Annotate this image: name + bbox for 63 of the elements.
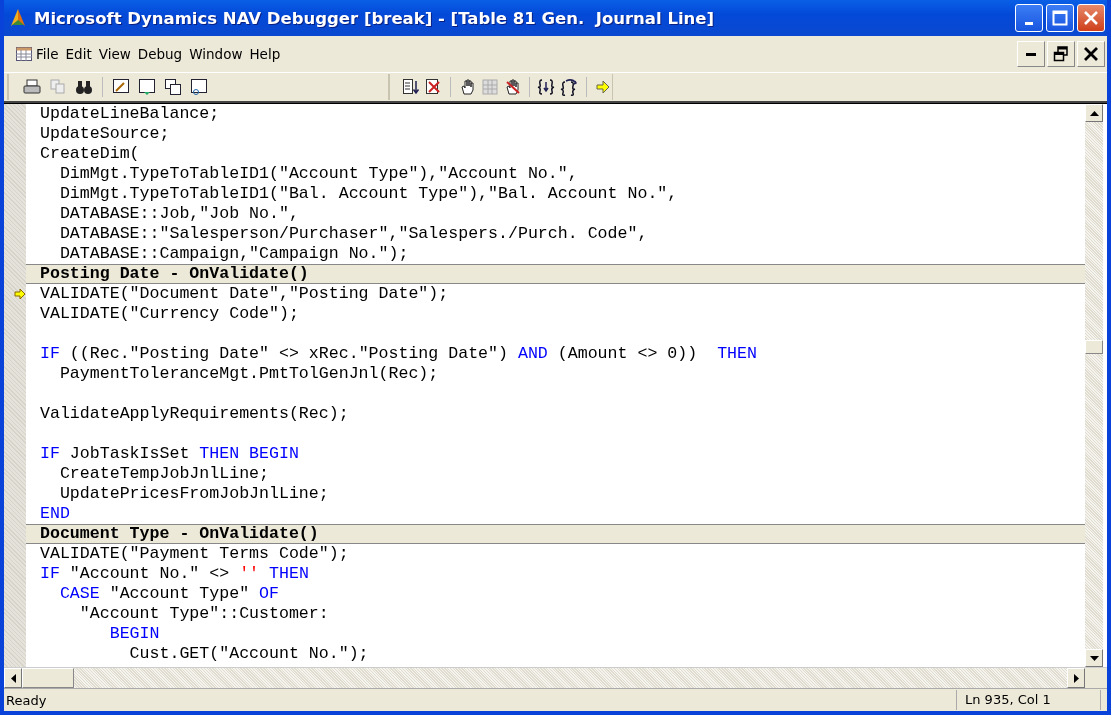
menu-item[interactable]: Window <box>187 46 248 62</box>
step-into-icon[interactable] <box>537 76 556 98</box>
code-line: UpdateLineBalance; <box>39 104 220 123</box>
windows-icon[interactable] <box>162 76 184 98</box>
table-icon <box>16 47 32 61</box>
code-line: VALIDATE("Currency Code"); <box>39 304 299 323</box>
code-line: END <box>39 504 70 523</box>
maximize-icon <box>1052 10 1068 26</box>
close-icon <box>1083 10 1099 26</box>
code-line: DimMgt.TypeToTableID1("Bal. Account Type"),"Bal. Account No.", <box>58 184 678 203</box>
window-title: Microsoft Dynamics NAV Debugger [break] - [Table 81 Gen. Journal Line] <box>34 8 716 28</box>
code-line: Cust.GET("Account No."); <box>128 644 369 663</box>
trigger-header: Document Type - OnValidate() <box>39 524 319 543</box>
code-line: IF ((Rec."Posting Date" <> xRec."Posting Date") AND (Amount <> 0)) THEN <box>39 344 757 363</box>
maximize-button[interactable] <box>1046 4 1074 32</box>
status-message: Ready <box>5 692 48 708</box>
restore-button[interactable] <box>1047 41 1075 67</box>
cursor-position: Ln 935, Col 1 <box>956 690 1101 710</box>
scroll-up-icon[interactable] <box>1089 110 1099 116</box>
code-line: DimMgt.TypeToTableID1("Account Type"),"Account No.", <box>58 164 578 183</box>
code-line: CreateTempJobJnlLine; <box>58 464 269 483</box>
minimize-icon <box>1025 22 1033 25</box>
code-line: DATABASE::Campaign,"Campaign No."); <box>58 244 409 263</box>
menu-item[interactable]: Edit <box>63 46 97 62</box>
code-line: CreateDim( <box>39 144 140 163</box>
horizontal-scrollbar[interactable] <box>4 667 1107 688</box>
code-line: ValidateApplyRequirements(Rec); <box>39 404 349 423</box>
menu-item[interactable]: Help <box>247 46 286 62</box>
form-icon[interactable] <box>188 76 210 98</box>
menu-item[interactable]: Debug <box>135 46 188 62</box>
code-editor[interactable] <box>4 104 1085 667</box>
scroll-left-icon[interactable] <box>10 673 16 683</box>
hand-icon[interactable] <box>458 76 477 98</box>
restore-icon <box>1053 46 1069 62</box>
code-line: VALIDATE("Document Date","Posting Date"); <box>39 284 449 303</box>
code-line: BEGIN <box>108 624 160 643</box>
menu-item[interactable]: View <box>96 46 136 62</box>
code-line: DATABASE::"Salesperson/Purchaser","Salespers./Purch. Code", <box>58 224 648 243</box>
minimize-button[interactable] <box>1015 4 1043 32</box>
close-button[interactable] <box>1077 41 1105 67</box>
code-line: CASE "Account Type" OF <box>58 584 279 603</box>
code-line: VALIDATE("Payment Terms Code"); <box>39 544 349 563</box>
code-line: DATABASE::Job,"Job No.", <box>58 204 299 223</box>
minimize-button[interactable] <box>1017 41 1045 67</box>
vertical-scrollbar[interactable] <box>1085 104 1103 667</box>
trigger-header: Posting Date - OnValidate() <box>39 264 309 283</box>
scrollbar-corner <box>1085 668 1107 688</box>
code-line: IF JobTaskIsSet THEN BEGIN <box>39 444 299 463</box>
scroll-down-icon[interactable] <box>1089 655 1099 661</box>
code-line: UpdatePricesFromJobJnlLine; <box>58 484 329 503</box>
code-line: UpdateSource; <box>39 124 170 143</box>
form-icon[interactable] <box>136 76 158 98</box>
scroll-thumb[interactable] <box>22 668 74 688</box>
scroll-right-icon[interactable] <box>1073 673 1079 683</box>
close-icon <box>1083 46 1099 62</box>
scroll-thumb[interactable] <box>1085 340 1103 354</box>
minimize-icon <box>1026 52 1036 56</box>
code-line: IF "Account No." <> '' THEN <box>39 564 309 583</box>
menu-item[interactable]: File <box>34 46 64 62</box>
code-line: PaymentToleranceMgt.PmtTolGenJnl(Rec); <box>58 364 439 383</box>
step-over-icon[interactable] <box>559 76 579 98</box>
code-line: "Account Type"::Customer: <box>78 604 329 623</box>
logo-icon <box>8 8 28 28</box>
